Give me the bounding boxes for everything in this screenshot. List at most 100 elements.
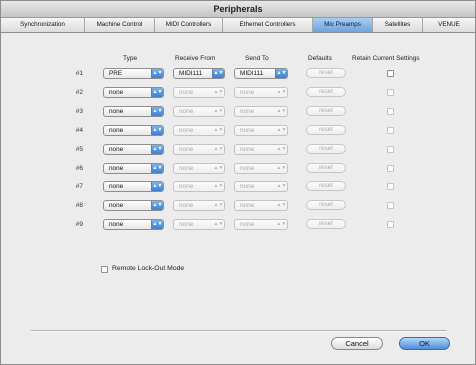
type-select[interactable]: PRE ▲▼ [103,68,164,79]
reset-button[interactable]: reset [306,144,346,154]
retain-settings-checkbox[interactable] [387,127,394,134]
reset-button[interactable]: reset [306,219,346,229]
type-select[interactable]: none ▲▼ [103,163,164,174]
tab-ethernet-controllers[interactable]: Ethernet Controllers [223,18,313,32]
retain-settings-checkbox[interactable] [387,183,394,190]
row-label: #3 [75,108,83,115]
type-select-value: none [109,89,124,96]
reset-button[interactable]: reset [306,163,346,173]
remote-lockout-checkbox[interactable] [101,266,108,273]
chevron-updown-icon: ▲▼ [151,126,163,135]
receive-from-select[interactable]: MIDI111 ▲▼ [173,68,225,79]
tab-bar: Synchronization Machine Control MIDI Con… [1,18,475,33]
receive-from-value: MIDI111 [179,70,203,77]
mic-preamps-panel: Type Receive From Send To Defaults Retai… [1,33,475,364]
send-to-select[interactable]: none ▲▼ [234,125,288,136]
receive-from-select[interactable]: none ▲▼ [173,163,225,174]
receive-from-select[interactable]: none ▲▼ [173,144,225,155]
send-to-value: none [240,221,255,228]
chevron-updown-icon: ▲▼ [151,220,163,229]
reset-button[interactable]: reset [306,125,346,135]
receive-from-select[interactable]: none ▲▼ [173,219,225,230]
receive-from-select[interactable]: none ▲▼ [173,125,225,136]
chevron-updown-icon: ▲▼ [276,89,287,95]
chevron-updown-icon: ▲▼ [151,164,163,173]
send-to-select[interactable]: none ▲▼ [234,144,288,155]
receive-from-value: none [179,108,194,115]
column-header-type: Type [123,55,138,62]
type-select[interactable]: none ▲▼ [103,125,164,136]
chevron-updown-icon: ▲▼ [213,108,224,114]
type-select[interactable]: none ▲▼ [103,181,164,192]
retain-settings-checkbox[interactable] [387,146,394,153]
tab-mic-preamps[interactable]: Mic Preamps [313,18,373,32]
row-label: #4 [75,127,83,134]
chevron-updown-icon: ▲▼ [213,146,224,152]
receive-from-select[interactable]: none ▲▼ [173,181,225,192]
type-select[interactable]: none ▲▼ [103,106,164,117]
send-to-select[interactable]: none ▲▼ [234,87,288,98]
chevron-updown-icon: ▲▼ [151,145,163,154]
retain-settings-checkbox[interactable] [387,70,394,77]
receive-from-select[interactable]: none ▲▼ [173,200,225,211]
type-select-value: none [109,165,124,172]
type-select[interactable]: none ▲▼ [103,144,164,155]
receive-from-value: none [179,221,194,228]
tab-venue[interactable]: VENUE [423,18,475,32]
chevron-updown-icon: ▲▼ [276,183,287,189]
reset-button[interactable]: reset [306,181,346,191]
reset-button[interactable]: reset [306,200,346,210]
chevron-updown-icon: ▲▼ [213,221,224,227]
type-select[interactable]: none ▲▼ [103,87,164,98]
type-select[interactable]: none ▲▼ [103,200,164,211]
retain-settings-checkbox[interactable] [387,202,394,209]
receive-from-select[interactable]: none ▲▼ [173,87,225,98]
chevron-updown-icon: ▲▼ [151,201,163,210]
retain-settings-checkbox[interactable] [387,165,394,172]
chevron-updown-icon: ▲▼ [213,202,224,208]
type-select-value: none [109,108,124,115]
send-to-select[interactable]: none ▲▼ [234,219,288,230]
send-to-value: none [240,202,255,209]
send-to-select[interactable]: none ▲▼ [234,163,288,174]
cancel-button[interactable]: Cancel [331,337,383,350]
type-select-value: none [109,221,124,228]
tab-machine-control[interactable]: Machine Control [85,18,155,32]
reset-button[interactable]: reset [306,68,346,78]
chevron-updown-icon: ▲▼ [213,127,224,133]
type-select[interactable]: none ▲▼ [103,219,164,230]
retain-settings-checkbox[interactable] [387,89,394,96]
window-title: Peripherals [1,1,475,18]
type-select-value: none [109,146,124,153]
send-to-select[interactable]: none ▲▼ [234,106,288,117]
row-label: #8 [75,202,83,209]
chevron-updown-icon: ▲▼ [151,182,163,191]
chevron-updown-icon: ▲▼ [276,221,287,227]
send-to-select[interactable]: none ▲▼ [234,181,288,192]
column-header-retain-current-settings: Retain Current Settings [352,55,420,62]
send-to-select[interactable]: MIDI111 ▲▼ [234,68,288,79]
chevron-updown-icon: ▲▼ [213,89,224,95]
receive-from-value: none [179,202,194,209]
send-to-value: none [240,165,255,172]
receive-from-value: none [179,183,194,190]
ok-button[interactable]: OK [399,337,450,350]
row-label: #6 [75,165,83,172]
tab-midi-controllers[interactable]: MIDI Controllers [155,18,223,32]
chevron-updown-icon: ▲▼ [212,69,224,78]
tab-satellites[interactable]: Satellites [373,18,423,32]
send-to-select[interactable]: none ▲▼ [234,200,288,211]
retain-settings-checkbox[interactable] [387,221,394,228]
tab-synchronization[interactable]: Synchronization [1,18,85,32]
receive-from-value: none [179,89,194,96]
remote-lockout-label: Remote Lock-Out Mode [112,265,185,272]
receive-from-select[interactable]: none ▲▼ [173,106,225,117]
row-label: #5 [75,146,83,153]
reset-button[interactable]: reset [306,106,346,116]
chevron-updown-icon: ▲▼ [213,165,224,171]
retain-settings-checkbox[interactable] [387,108,394,115]
send-to-value: MIDI111 [240,70,264,77]
reset-button[interactable]: reset [306,87,346,97]
chevron-updown-icon: ▲▼ [275,69,287,78]
chevron-updown-icon: ▲▼ [276,202,287,208]
